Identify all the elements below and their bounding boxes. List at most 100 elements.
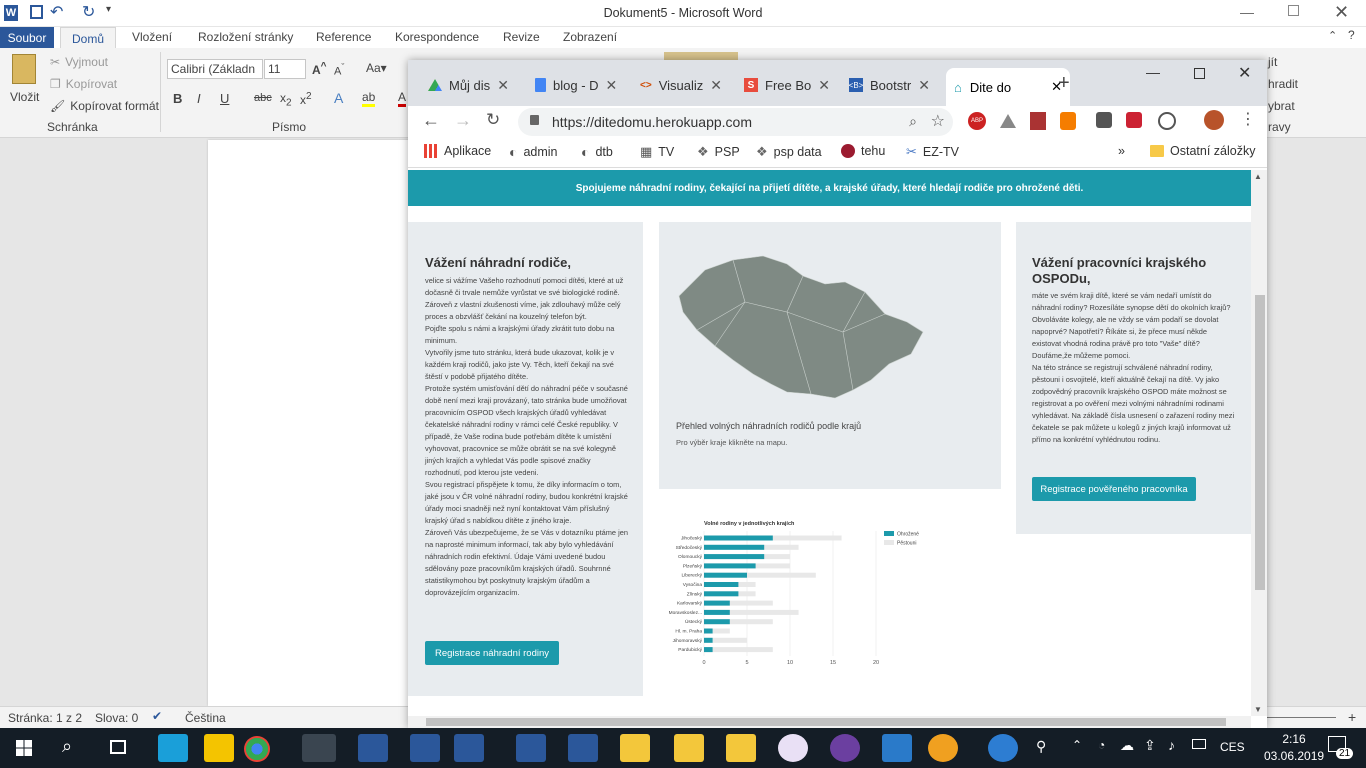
avatar[interactable]	[1204, 110, 1224, 130]
scroll-thumb[interactable]	[1255, 295, 1265, 590]
language-indicator[interactable]: Čeština	[185, 711, 226, 725]
font-name-select[interactable]: Calibri (Základn	[167, 59, 263, 79]
browser-tab[interactable]: blog - D ✕	[535, 72, 617, 98]
chrome-menu-icon[interactable]: ⋮	[1240, 109, 1256, 129]
underline-icon[interactable]: U	[220, 91, 229, 106]
close-icon[interactable]: ✕	[1334, 2, 1349, 23]
slack-taskbar-icon[interactable]	[778, 734, 808, 762]
app-icon-playr[interactable]	[204, 734, 234, 762]
paste-button[interactable]: Vložit	[10, 90, 39, 104]
tab-zobrazeni[interactable]: Zobrazení	[563, 30, 617, 44]
tab-close-icon[interactable]: ✕	[710, 77, 722, 94]
clock-date[interactable]: 03.06.2019	[1264, 749, 1324, 763]
select-button[interactable]: ybrat	[1268, 99, 1295, 113]
chrome-active-taskbar-icon[interactable]	[302, 734, 336, 762]
document-page[interactable]	[208, 140, 416, 706]
adblock-icon[interactable]: ABP	[968, 112, 986, 130]
github-taskbar-icon[interactable]	[830, 734, 860, 762]
word-taskbar-icon[interactable]	[358, 734, 388, 762]
vertical-scrollbar[interactable]: ▲ ▼	[1251, 170, 1267, 716]
register-family-button[interactable]: Registrace náhradní rodiny	[425, 641, 559, 665]
browser-tab[interactable]: <> Visualiz ✕	[640, 72, 722, 98]
font-color-icon[interactable]: A	[398, 90, 407, 107]
word-taskbar-icon[interactable]	[454, 734, 484, 762]
subscript-icon[interactable]: x2	[280, 91, 292, 108]
word-count[interactable]: Slova: 0	[95, 711, 138, 725]
change-case-icon[interactable]: Aa▾	[366, 61, 387, 75]
grow-font-icon[interactable]: A^	[312, 61, 327, 77]
chrome-taskbar-icon[interactable]	[244, 736, 270, 762]
other-bookmarks[interactable]: Ostatní záložky	[1150, 144, 1255, 158]
word-taskbar-icon[interactable]	[516, 734, 546, 762]
folder-taskbar-icon[interactable]	[620, 734, 650, 762]
cloud-icon[interactable]: ☁	[1120, 737, 1134, 754]
pdf-ext-icon[interactable]	[1030, 112, 1046, 130]
zoom-slider[interactable]	[1266, 717, 1336, 718]
shrink-font-icon[interactable]: Aˇ	[334, 62, 344, 78]
chrome-close-icon[interactable]: ✕	[1238, 63, 1251, 83]
upload-icon[interactable]: ⇪	[1144, 737, 1156, 754]
tab-vlozeni[interactable]: Vložení	[132, 30, 172, 44]
bookmark-psp-data[interactable]: ❖ psp data	[756, 144, 822, 160]
task-view-icon[interactable]	[110, 740, 126, 754]
clock-time[interactable]: 2:16	[1264, 732, 1324, 746]
blogger-ext-icon[interactable]	[1060, 112, 1076, 130]
drive-ext-icon[interactable]	[1000, 114, 1016, 128]
paste-icon[interactable]	[12, 54, 36, 84]
scroll-down-icon[interactable]: ▼	[1254, 705, 1262, 714]
zoom-icon[interactable]: ⌕	[909, 113, 917, 130]
bookmark-dtb[interactable]: ◐ dtb	[581, 144, 613, 160]
zoom-in-icon[interactable]: +	[1348, 709, 1356, 725]
tab-soubor[interactable]: Soubor	[0, 27, 54, 48]
volume-icon[interactable]: ♪	[1168, 737, 1175, 753]
bookmark-psp[interactable]: ❖ PSP	[697, 144, 740, 160]
tab-close-icon[interactable]: ✕	[606, 77, 618, 94]
browser-tab[interactable]: S Free Bo ✕	[744, 72, 830, 98]
word-taskbar-icon[interactable]	[568, 734, 598, 762]
windows-start-icon[interactable]	[16, 740, 32, 756]
back-icon[interactable]: ←	[422, 110, 440, 131]
font-size-select[interactable]: 11	[264, 59, 306, 79]
network-icon[interactable]: ◔	[1098, 738, 1105, 752]
bookmark-tv[interactable]: ▦ TV	[640, 144, 674, 160]
settings-taskbar-icon[interactable]	[928, 734, 958, 762]
bookmark-ez-tv[interactable]: ✂ EZ-TV	[906, 144, 959, 160]
people-icon[interactable]: ⚲	[1036, 738, 1046, 755]
minimize-icon[interactable]: —	[1240, 4, 1254, 20]
collapse-ribbon-icon[interactable]: ⌃	[1328, 29, 1337, 42]
vscode-taskbar-icon[interactable]	[882, 734, 912, 762]
find-button[interactable]: jít	[1268, 55, 1277, 69]
word-taskbar-icon[interactable]	[410, 734, 440, 762]
tab-korespondence[interactable]: Korespondence	[395, 30, 479, 44]
help-icon[interactable]: ?	[1348, 28, 1355, 42]
tab-close-icon[interactable]: ✕	[918, 77, 930, 94]
strikethrough-icon[interactable]: abc	[254, 92, 272, 104]
register-worker-button[interactable]: Registrace pověřeného pracovníka	[1032, 477, 1196, 501]
new-tab-icon[interactable]: +	[1058, 72, 1070, 95]
page-count[interactable]: Stránka: 1 z 2	[8, 711, 82, 725]
tab-close-icon[interactable]: ✕	[818, 77, 830, 94]
app-icon-sketch[interactable]	[158, 734, 188, 762]
browser-tab-active[interactable]: ⌂ Dite do ✕	[946, 68, 1070, 106]
bold-icon[interactable]: B	[173, 91, 182, 106]
bookmarks-overflow-icon[interactable]: »	[1118, 144, 1125, 158]
display-icon[interactable]	[1192, 739, 1206, 749]
italic-icon[interactable]: I	[197, 91, 201, 106]
folder-taskbar-icon[interactable]	[674, 734, 704, 762]
language-tray[interactable]: CES	[1220, 740, 1245, 754]
pocket-ext-icon[interactable]	[1126, 112, 1142, 128]
ext-icon[interactable]	[1158, 112, 1176, 130]
tab-close-icon[interactable]: ✕	[497, 77, 509, 94]
highlight-icon[interactable]: ab	[362, 90, 376, 107]
bookmark-tehu[interactable]: tehu	[841, 144, 885, 158]
scroll-up-icon[interactable]: ▲	[1254, 172, 1262, 181]
text-effects-icon[interactable]: A	[334, 90, 343, 106]
tab-reference[interactable]: Reference	[316, 30, 371, 44]
tray-chevron-icon[interactable]: ⌃	[1072, 738, 1082, 752]
hscroll-thumb[interactable]	[426, 718, 1226, 726]
bookmark-admin[interactable]: ◐ admin	[509, 144, 558, 160]
browser-tab[interactable]: <B> Bootstr ✕	[849, 72, 930, 98]
search-icon[interactable]: ⌕	[62, 736, 72, 757]
browser-tab[interactable]: Můj dis ✕	[428, 72, 509, 98]
tab-revize[interactable]: Revize	[503, 30, 540, 44]
